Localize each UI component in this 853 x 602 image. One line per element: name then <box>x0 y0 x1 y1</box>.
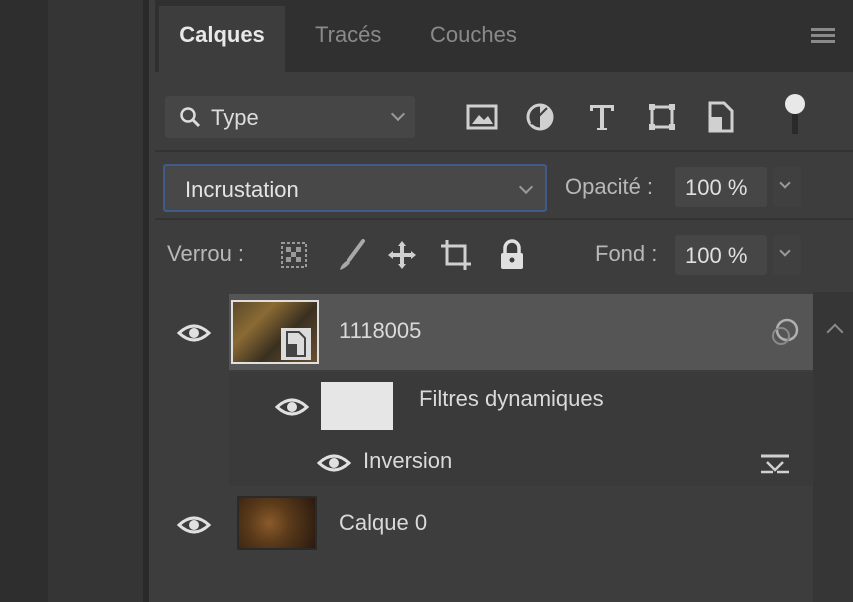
panel-menu-icon[interactable] <box>811 28 835 46</box>
left-dock-area <box>48 0 143 602</box>
layer-thumbnail <box>231 300 319 364</box>
layer-row-calque-0[interactable]: Calque 0 <box>177 488 813 558</box>
chevron-down-icon <box>779 177 791 189</box>
opacity-value: 100 % <box>685 175 748 200</box>
visibility-eye-icon[interactable] <box>177 322 211 344</box>
divider <box>155 218 853 220</box>
smart-filters-label: Filtres dynamiques <box>419 386 604 411</box>
lock-label: Verrou : <box>167 241 245 266</box>
blend-mode-value: Incrustation <box>185 177 299 202</box>
fill-value: 100 % <box>685 243 748 268</box>
blend-opacity-row: Incrustation Opacité : 100 % <box>155 162 853 214</box>
chevron-down-icon <box>390 106 406 122</box>
visibility-eye-icon[interactable] <box>275 396 309 418</box>
filter-blending-options-icon[interactable] <box>759 450 791 476</box>
fill-input[interactable]: 100 % <box>675 235 767 275</box>
lock-transparent-pixels-icon[interactable] <box>277 238 311 272</box>
filter-name: Inversion <box>363 448 453 473</box>
smart-filter-row-inversion[interactable]: Inversion <box>229 440 813 486</box>
visibility-eye-icon[interactable] <box>317 452 351 474</box>
text-filter-icon[interactable] <box>585 100 619 134</box>
lock-image-pixels-icon[interactable] <box>335 238 369 272</box>
lock-position-icon[interactable] <box>385 238 419 272</box>
chevron-down-icon <box>779 245 791 257</box>
fill-dropdown-button[interactable] <box>773 235 801 275</box>
layers-panel: Calques Tracés Couches Type Incrustation… <box>143 0 853 602</box>
filter-kind-select[interactable]: Type <box>165 96 415 138</box>
adjustment-filter-icon[interactable] <box>523 100 557 134</box>
tab-couches[interactable]: Couches <box>410 6 537 72</box>
image-filter-icon[interactable] <box>465 100 499 134</box>
lock-all-icon[interactable] <box>495 238 529 272</box>
panel-tab-bar: Calques Tracés Couches <box>155 0 853 72</box>
visibility-eye-icon[interactable] <box>177 514 211 536</box>
chevron-down-icon <box>518 179 534 195</box>
filter-mask-thumbnail[interactable] <box>319 380 395 432</box>
layer-name: 1118005 <box>339 318 422 343</box>
layer-row-smart-object[interactable]: 1118005 <box>177 294 813 370</box>
smart-filters-icon[interactable] <box>769 316 801 348</box>
tab-calques[interactable]: Calques <box>159 6 285 72</box>
shape-filter-icon[interactable] <box>645 100 679 134</box>
smart-object-badge-icon <box>281 328 311 360</box>
opacity-label: Opacité : <box>565 174 654 199</box>
smart-object-filter-icon[interactable] <box>703 100 737 134</box>
filter-toggle-track <box>792 114 798 134</box>
filter-kind-label: Type <box>211 105 259 130</box>
lock-artboard-icon[interactable] <box>439 238 473 272</box>
lock-fill-row: Verrou : Fond : 100 % <box>155 228 853 284</box>
filter-toggle-icon[interactable] <box>785 94 805 114</box>
opacity-input[interactable]: 100 % <box>675 167 767 207</box>
layer-name: Calque 0 <box>339 510 428 535</box>
tab-traces[interactable]: Tracés <box>295 6 401 72</box>
smart-filters-row[interactable]: Filtres dynamiques <box>229 372 813 440</box>
blend-mode-select[interactable]: Incrustation <box>163 164 547 212</box>
layers-list: 1118005 Filtres dynamiques Inversion Cal… <box>155 292 853 602</box>
left-dock-strip <box>0 0 48 602</box>
divider <box>155 150 853 152</box>
layer-filter-row: Type <box>155 90 853 148</box>
opacity-dropdown-button[interactable] <box>773 167 801 207</box>
layer-thumbnail <box>237 496 317 550</box>
search-icon <box>180 107 201 128</box>
fill-label: Fond : <box>595 241 658 266</box>
